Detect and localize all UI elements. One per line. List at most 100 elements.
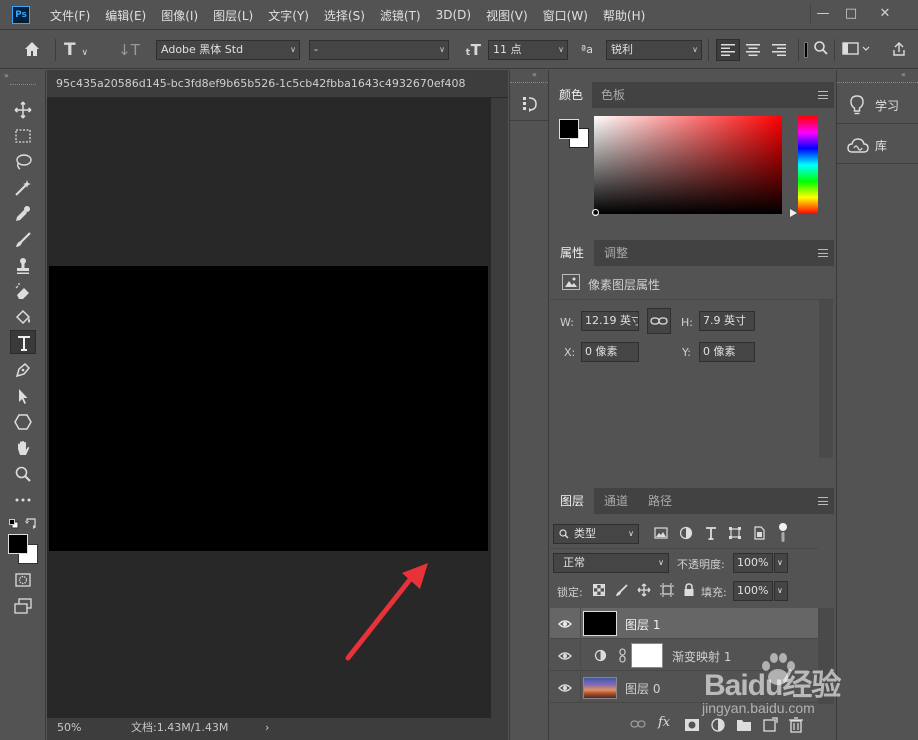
screen-mode-icon[interactable] bbox=[10, 594, 36, 618]
vertical-scrollbar[interactable] bbox=[491, 98, 508, 718]
link-layers-icon[interactable] bbox=[630, 718, 646, 732]
home-icon[interactable] bbox=[20, 39, 44, 61]
type-tool-preset-icon[interactable]: T ∨ bbox=[64, 39, 104, 61]
panel-menu-icon[interactable] bbox=[818, 249, 828, 257]
text-color-swatch[interactable] bbox=[804, 42, 808, 58]
panel-menu-icon[interactable] bbox=[818, 497, 828, 505]
fill-dropdown-icon[interactable]: ∨ bbox=[774, 581, 788, 601]
visibility-eye-icon[interactable] bbox=[558, 617, 572, 631]
link-icon[interactable] bbox=[618, 648, 627, 663]
move-tool-icon[interactable] bbox=[10, 98, 36, 122]
default-colors-icon[interactable] bbox=[9, 518, 19, 529]
menu-view[interactable]: 视图(V) bbox=[486, 7, 528, 24]
y-field[interactable]: 0 像素 bbox=[699, 342, 755, 362]
menu-file[interactable]: 文件(F) bbox=[50, 7, 90, 24]
text-orientation-icon[interactable]: ↓T bbox=[118, 39, 140, 61]
eyedropper-tool-icon[interactable] bbox=[10, 202, 36, 226]
eraser-tool-icon[interactable] bbox=[10, 280, 36, 304]
tab-paths[interactable]: 路径 bbox=[638, 488, 682, 514]
filter-smart-object-icon[interactable] bbox=[752, 526, 768, 542]
libraries-button[interactable]: 库 bbox=[837, 126, 918, 164]
close-button[interactable]: ✕ bbox=[872, 4, 898, 24]
share-icon[interactable] bbox=[888, 41, 910, 59]
grip-icon[interactable] bbox=[10, 84, 36, 90]
x-field[interactable]: 0 像素 bbox=[581, 342, 639, 362]
menu-window[interactable]: 窗口(W) bbox=[543, 7, 588, 24]
add-mask-icon[interactable] bbox=[684, 718, 700, 732]
quick-mask-icon[interactable] bbox=[10, 568, 36, 592]
history-icon[interactable] bbox=[520, 94, 540, 114]
saturation-brightness-field[interactable] bbox=[594, 116, 782, 214]
menu-3d[interactable]: 3D(D) bbox=[436, 8, 471, 22]
tab-channels[interactable]: 通道 bbox=[594, 488, 638, 514]
stamp-tool-icon[interactable] bbox=[10, 254, 36, 278]
hue-slider-handle[interactable] bbox=[790, 209, 797, 217]
tab-adjustments[interactable]: 调整 bbox=[594, 240, 638, 266]
visibility-eye-icon[interactable] bbox=[558, 649, 572, 663]
menu-help[interactable]: 帮助(H) bbox=[603, 7, 645, 24]
foreground-color-swatch[interactable] bbox=[559, 119, 579, 139]
visibility-eye-icon[interactable] bbox=[558, 681, 572, 695]
tab-properties[interactable]: 属性 bbox=[550, 240, 594, 266]
font-family-select[interactable]: Adobe 黑体 Std ∨ bbox=[156, 40, 300, 60]
lock-pixels-icon[interactable] bbox=[615, 584, 628, 597]
workspace-icon[interactable] bbox=[842, 41, 872, 59]
collapse-toggle-icon[interactable]: « bbox=[901, 70, 906, 79]
color-picker-marker[interactable] bbox=[592, 209, 599, 216]
lock-artboard-icon[interactable] bbox=[660, 583, 674, 597]
menu-image[interactable]: 图像(I) bbox=[161, 7, 198, 24]
tab-layers[interactable]: 图层 bbox=[550, 488, 594, 514]
align-center-icon[interactable] bbox=[742, 39, 764, 61]
lock-transparency-icon[interactable] bbox=[593, 584, 605, 596]
paint-bucket-tool-icon[interactable] bbox=[10, 306, 36, 330]
opacity-dropdown-icon[interactable]: ∨ bbox=[774, 553, 788, 573]
zoom-tool-icon[interactable] bbox=[10, 462, 36, 486]
width-field[interactable]: 12.19 英寸 bbox=[581, 311, 639, 331]
swap-colors-icon[interactable] bbox=[25, 517, 37, 529]
font-size-select[interactable]: 11 点 ∨ bbox=[488, 40, 568, 60]
tab-swatches[interactable]: 色板 bbox=[592, 82, 634, 108]
tab-color[interactable]: 颜色 bbox=[550, 82, 592, 108]
menu-layer[interactable]: 图层(L) bbox=[213, 7, 253, 24]
layer-row[interactable]: 图层 1 bbox=[550, 608, 818, 639]
properties-scrollbar[interactable] bbox=[819, 300, 833, 458]
search-icon[interactable] bbox=[812, 40, 830, 60]
align-left-icon[interactable] bbox=[716, 39, 740, 61]
filter-pixel-icon[interactable] bbox=[654, 526, 670, 542]
panel-menu-icon[interactable] bbox=[818, 91, 828, 99]
menu-edit[interactable]: 编辑(E) bbox=[105, 7, 146, 24]
layer-filter-select[interactable]: 类型 ∨ bbox=[553, 524, 639, 544]
filter-shape-icon[interactable] bbox=[728, 526, 744, 542]
antialias-select[interactable]: 锐利 ∨ bbox=[606, 40, 702, 60]
filter-type-icon[interactable] bbox=[704, 526, 720, 542]
shape-tool-icon[interactable] bbox=[10, 410, 36, 434]
marquee-tool-icon[interactable] bbox=[10, 124, 36, 148]
more-tools-icon[interactable] bbox=[10, 488, 36, 512]
canvas[interactable] bbox=[49, 266, 488, 551]
layer-style-fx-icon[interactable]: fx bbox=[658, 715, 670, 730]
foreground-color-swatch[interactable] bbox=[8, 534, 28, 554]
menu-type[interactable]: 文字(Y) bbox=[268, 7, 309, 24]
path-selection-tool-icon[interactable] bbox=[10, 384, 36, 408]
height-field[interactable]: 7.9 英寸 bbox=[699, 311, 755, 331]
pen-tool-icon[interactable] bbox=[10, 358, 36, 382]
status-menu-arrow[interactable]: › bbox=[265, 718, 269, 738]
learn-button[interactable]: 学习 bbox=[837, 86, 918, 124]
hue-slider[interactable] bbox=[798, 116, 818, 214]
opacity-field[interactable]: 100% bbox=[733, 553, 773, 573]
fill-field[interactable]: 100% bbox=[733, 581, 773, 601]
blend-mode-select[interactable]: 正常 ∨ bbox=[553, 553, 669, 573]
filter-toggle[interactable] bbox=[778, 522, 792, 544]
zoom-level[interactable]: 50% bbox=[57, 718, 81, 738]
lock-position-icon[interactable] bbox=[637, 583, 651, 597]
collapse-toggle-icon[interactable]: « bbox=[532, 70, 537, 79]
lock-all-icon[interactable] bbox=[683, 583, 695, 597]
minimize-button[interactable]: — bbox=[810, 4, 836, 24]
menu-select[interactable]: 选择(S) bbox=[324, 7, 365, 24]
maximize-button[interactable]: □ bbox=[838, 4, 864, 24]
font-style-select[interactable]: - ∨ bbox=[309, 40, 449, 60]
lasso-tool-icon[interactable] bbox=[10, 150, 36, 174]
collapse-toggle-icon[interactable]: » bbox=[4, 72, 42, 80]
link-icon[interactable] bbox=[647, 308, 671, 334]
align-right-icon[interactable] bbox=[768, 39, 790, 61]
